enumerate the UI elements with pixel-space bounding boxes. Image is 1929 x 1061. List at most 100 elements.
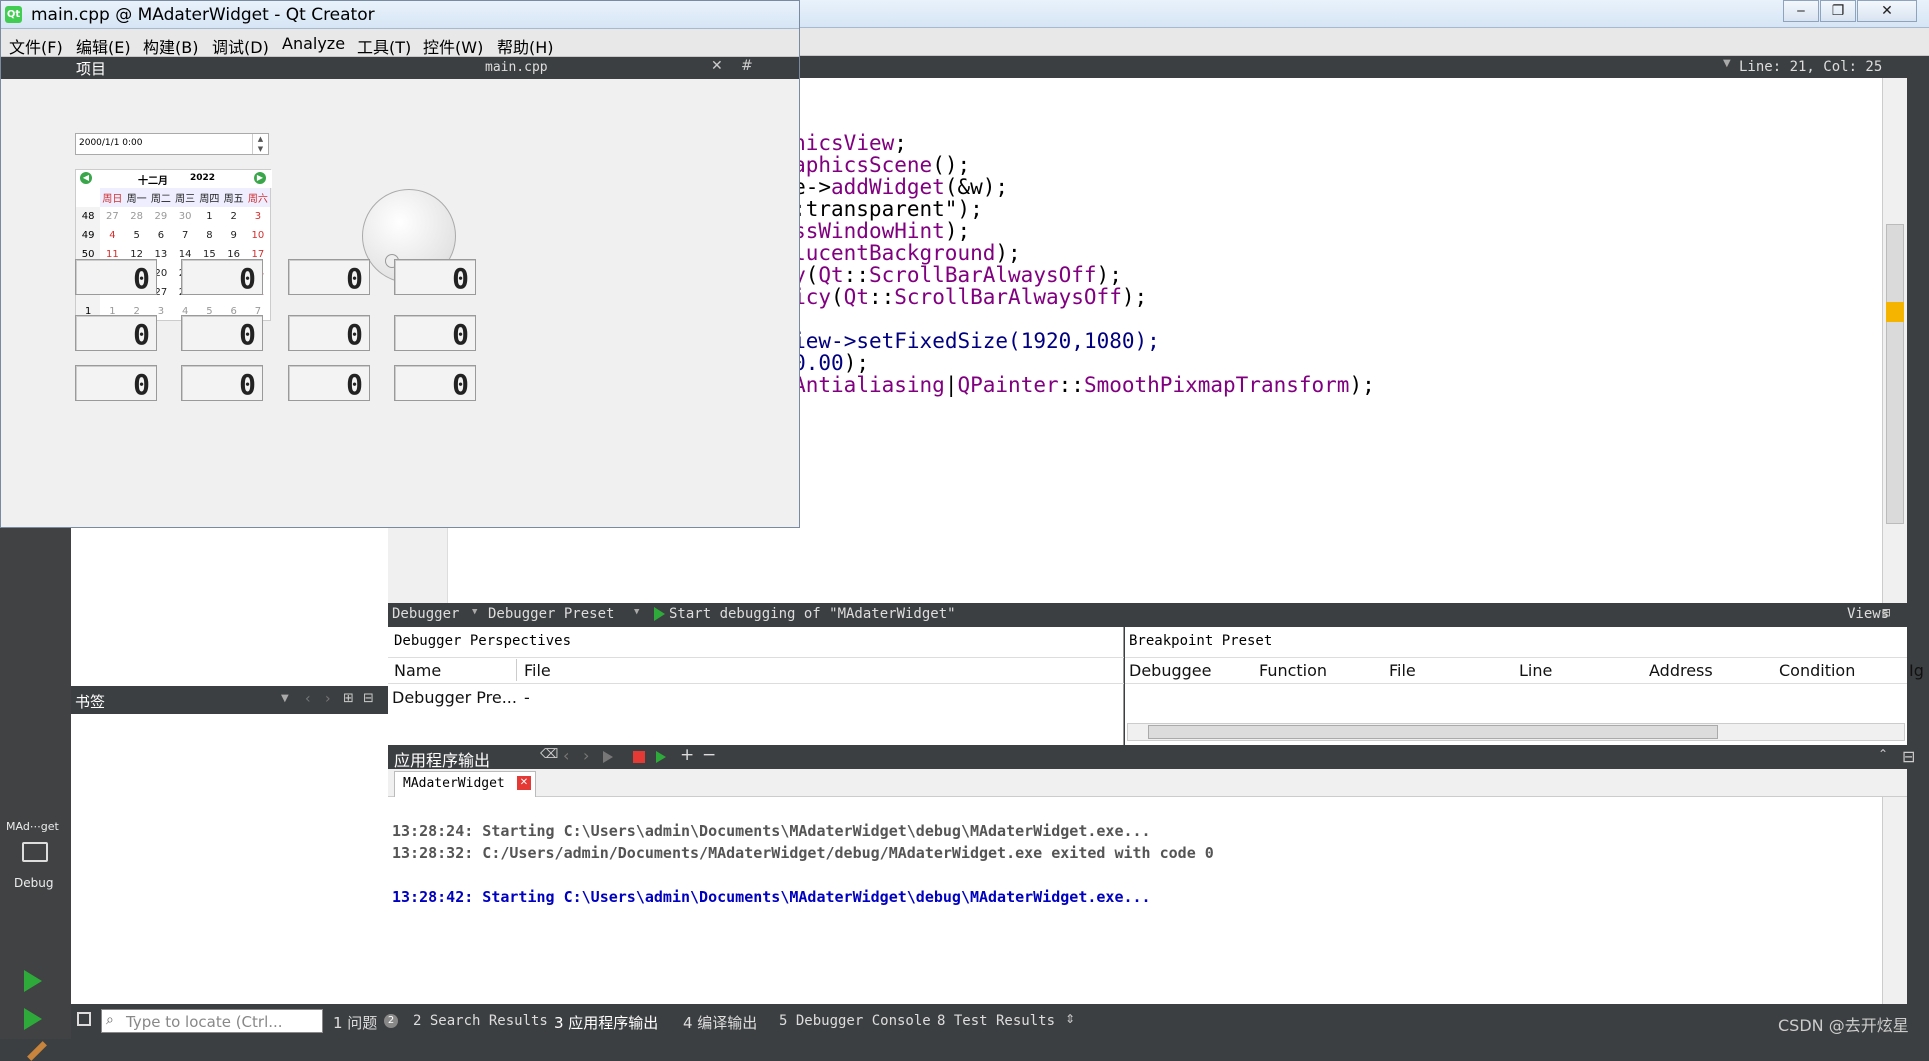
prev-month-icon[interactable]: ◀ [80,172,92,184]
column-header-debuggee[interactable]: Debuggee [1129,661,1211,680]
output-scrollbar[interactable] [1882,797,1907,1004]
calendar-day[interactable]: 10 [246,226,270,245]
debug-icon[interactable] [656,751,666,763]
qt-logo-icon: Qt [5,6,22,23]
lcd-number: 0 [75,259,157,295]
forward-icon[interactable]: › [583,746,589,765]
chevron-down-icon[interactable]: ▼ [281,693,289,704]
mode-debug-label[interactable]: Debug [14,876,53,890]
calendar-day[interactable]: 3 [246,207,270,226]
menu-widgets[interactable]: 控件(W) [423,34,483,58]
calendar-day[interactable]: 28 [125,207,149,226]
close-pane-icon[interactable]: ⊟ [1882,605,1890,621]
cursor-position[interactable]: Line: 21, Col: 25 [1739,59,1882,75]
zoom-out-icon[interactable]: − [702,745,716,765]
column-header-file[interactable]: File [1389,661,1416,680]
calendar-day[interactable]: 9 [222,226,246,245]
output-tab[interactable]: MAdaterWidget ✕ [394,771,536,797]
close-tab-icon[interactable]: ✕ [517,776,531,790]
maximize-button[interactable]: ❐ [1820,0,1856,22]
close-pane-icon[interactable]: ⊟ [363,691,374,706]
column-header-condition[interactable]: Condition [1779,661,1855,680]
tab-search-results[interactable]: 2 Search Results [413,1013,548,1029]
menu-analyze[interactable]: Analyze [282,34,345,53]
tab-issues[interactable]: 1 问题 [333,1012,377,1033]
h-scroll-thumb[interactable] [1148,725,1718,739]
hash-symbol[interactable]: # [741,58,753,74]
kit-label[interactable]: MAd⋯get [6,820,59,833]
menu-help[interactable]: 帮助(H) [497,34,554,58]
perspective-selector[interactable]: Debugger [392,606,459,622]
toggle-sidebar-icon[interactable] [77,1012,91,1026]
tab-compile-output[interactable]: 4 编译输出 [683,1012,757,1033]
calendar-day[interactable]: 27 [100,207,124,226]
debug-run-icon[interactable] [24,1008,42,1030]
spin-arrows-icon[interactable]: ▲ ▼ [252,134,268,154]
calendar-widget[interactable]: ◀ 十二月 2022 ▶ 周日 周一 周二 周三 周四 周五 周六 48 27 28 29 30 1 2… [75,169,272,321]
build-hammer-icon[interactable] [27,1041,47,1061]
start-debug-icon[interactable] [654,607,665,621]
editor-scroll-thumb[interactable] [1886,224,1904,524]
split-icon[interactable]: ⊞ [343,691,354,706]
stop-icon[interactable] [633,751,645,763]
zoom-in-icon[interactable]: + [680,745,694,765]
start-debugging-button[interactable]: Start debugging of "MAdaterWidget" [669,606,956,622]
run-icon[interactable] [24,970,42,992]
calendar-month[interactable]: 十二月 [138,172,168,187]
calendar-day[interactable]: 5 [125,226,149,245]
calendar-day[interactable]: 4 [100,226,124,245]
menu-edit[interactable]: 编辑(E) [76,34,131,58]
column-header-address[interactable]: Address [1649,661,1713,680]
close-pane-icon[interactable]: ⊟ [1902,747,1915,766]
calendar-day[interactable]: 1 [197,207,221,226]
horizontal-scrollbar[interactable] [1127,723,1905,741]
chevron-down-icon[interactable]: ▼ [634,607,639,617]
calendar-day[interactable]: 7 [173,226,197,245]
forward-icon[interactable]: › [325,691,331,707]
table-row-name[interactable]: Debugger Pre... [392,688,517,707]
menu-file[interactable]: 文件(F) [9,34,63,58]
editor-scrollbar[interactable] [1882,78,1907,603]
menu-build[interactable]: 构建(B) [143,34,198,58]
column-header-name[interactable]: Name [394,661,441,680]
calendar-day[interactable]: 8 [197,226,221,245]
chevron-down-icon[interactable]: ▼ [472,607,477,617]
locator-input[interactable]: ⌕ Type to locate (Ctrl... [101,1009,323,1033]
column-header-function[interactable]: Function [1259,661,1327,680]
datetime-edit[interactable]: 2000/1/1 0:00 ▲ ▼ [75,133,269,155]
tab-debugger-console[interactable]: 5 Debugger Console [779,1013,931,1029]
table-row-file[interactable]: - [524,688,530,707]
rerun-icon[interactable] [603,751,613,763]
encoding-chevron-icon[interactable]: ▼ [1723,58,1731,69]
clear-icon[interactable]: ⌫ [540,747,558,762]
maximize-pane-icon[interactable]: ⌃ [1878,747,1888,761]
calendar-day[interactable]: 2 [222,207,246,226]
back-icon[interactable]: ‹ [305,691,311,707]
calendar-day[interactable]: 6 [149,226,173,245]
more-tabs-icon[interactable]: ⇕ [1065,1012,1075,1026]
preset-selector[interactable]: Debugger Preset [488,606,614,622]
monitor-icon[interactable] [22,842,48,862]
tab-app-output[interactable]: 3 应用程序输出 [554,1012,658,1033]
tab-test-results[interactable]: 8 Test Results [937,1013,1055,1029]
column-header-line[interactable]: Line [1519,661,1552,680]
column-header-file[interactable]: File [524,661,551,680]
close-document-icon[interactable]: ✕ [711,58,723,74]
column-header-ignore[interactable]: Ig [1909,661,1924,680]
calendar-day[interactable]: 30 [173,207,197,226]
editor-file-tab[interactable]: main.cpp [485,60,548,75]
calendar-year[interactable]: 2022 [190,173,215,183]
lcd-number: 0 [288,259,370,295]
lcd-number: 0 [181,259,263,295]
menu-tools[interactable]: 工具(T) [357,34,411,58]
minimize-button[interactable]: ‒ [1783,0,1819,22]
running-app-window[interactable]: Qt main.cpp @ MAdaterWidget - Qt Creator… [0,0,800,528]
menu-debug[interactable]: 调试(D) [212,34,269,58]
close-button[interactable]: ✕ [1857,0,1917,22]
lcd-number: 0 [288,315,370,351]
next-month-icon[interactable]: ▶ [254,172,266,184]
calendar-day[interactable]: 29 [149,207,173,226]
weekday-header: 周六 [245,188,270,207]
back-icon[interactable]: ‹ [563,746,569,765]
